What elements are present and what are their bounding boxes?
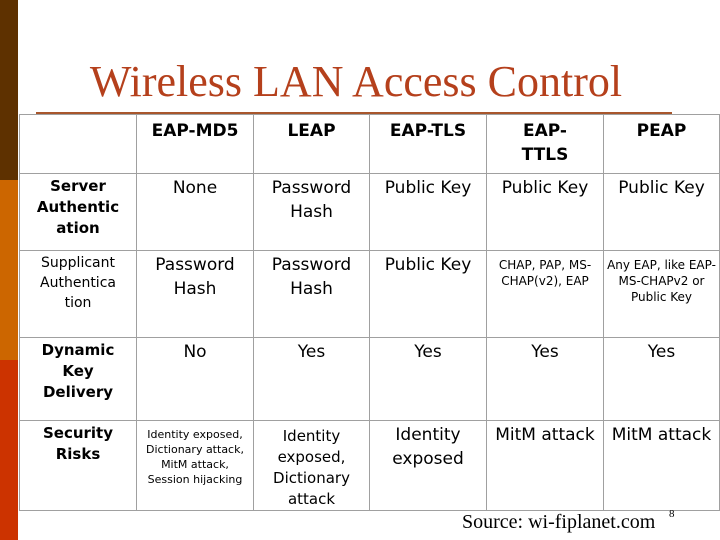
row-label: Supplicant Authentica tion — [19, 250, 137, 338]
sidebar-segment-brown — [0, 0, 18, 180]
table-cell: CHAP, PAP, MS-CHAP(v2), EAP — [486, 250, 604, 338]
row-label-line: Risks — [55, 445, 101, 463]
table-cell: Identity exposed — [369, 420, 487, 511]
row-label-line: Server — [50, 177, 106, 195]
row-label-line: Supplicant — [41, 255, 115, 271]
source-citation: Source: wi-fiplanet.com — [462, 511, 656, 533]
table-row: Security Risks Identity exposed, Diction… — [19, 420, 720, 511]
header-cell-peap: PEAP — [603, 114, 720, 174]
table-cell: Public Key — [603, 173, 720, 251]
table-header-row: EAP-MD5 LEAP EAP-TLS EAP- TTLS PEAP — [19, 114, 720, 174]
header-cell-empty — [19, 114, 137, 174]
header-cell-leap: LEAP — [253, 114, 370, 174]
slide-title: Wireless LAN Access Control — [89, 57, 623, 106]
table-cell: Yes — [369, 337, 487, 421]
header-cell-eap-tls: EAP-TLS — [369, 114, 487, 174]
row-label-line: Dynamic — [41, 341, 115, 359]
row-label-line: tion — [64, 295, 92, 311]
slide-sidebar-accent — [0, 0, 18, 540]
header-cell-eap-md5: EAP-MD5 — [136, 114, 254, 174]
table-cell: Password Hash — [136, 250, 254, 338]
row-label: Dynamic Key Delivery — [19, 337, 137, 421]
table-cell: No — [136, 337, 254, 421]
table-row: Dynamic Key Delivery No Yes Yes Yes Yes — [19, 337, 720, 421]
sidebar-segment-orange — [0, 180, 18, 360]
table-cell: Public Key — [369, 250, 487, 338]
table-cell: Identity exposed, Dictionary attack — [253, 420, 370, 511]
table-cell: Yes — [253, 337, 370, 421]
row-label-line: Security — [42, 424, 114, 442]
sidebar-segment-red — [0, 360, 18, 540]
row-label: Security Risks — [19, 420, 137, 511]
table-row: Supplicant Authentica tion Password Hash… — [19, 250, 720, 338]
page-number: 8 — [669, 508, 675, 520]
table-cell: Password Hash — [253, 250, 370, 338]
row-label-line: ation — [56, 219, 100, 237]
header-cell-eap-ttls: EAP- TTLS — [486, 114, 604, 174]
table-cell: Yes — [486, 337, 604, 421]
comparison-table: EAP-MD5 LEAP EAP-TLS EAP- TTLS PEAP Serv… — [19, 114, 720, 511]
row-label-line: Delivery — [42, 383, 114, 401]
row-label-line: Key — [62, 362, 94, 380]
table-cell: Password Hash — [253, 173, 370, 251]
table-row: Server Authentic ation None Password Has… — [19, 173, 720, 251]
header-line: EAP- — [523, 121, 567, 141]
row-label-line: Authentica — [40, 275, 116, 291]
table-cell: Yes — [603, 337, 720, 421]
row-label: Server Authentic ation — [19, 173, 137, 251]
row-label-line: Authentic — [36, 198, 120, 216]
table-cell: Public Key — [486, 173, 604, 251]
table-cell: None — [136, 173, 254, 251]
table-cell: Identity exposed, Dictionary attack, Mit… — [136, 420, 254, 511]
table-cell: MitM attack — [603, 420, 720, 511]
table-cell: MitM attack — [486, 420, 604, 511]
header-line: TTLS — [521, 145, 569, 165]
table-cell: Public Key — [369, 173, 487, 251]
table-cell: Any EAP, like EAP-MS-CHAPv2 or Public Ke… — [603, 250, 720, 338]
